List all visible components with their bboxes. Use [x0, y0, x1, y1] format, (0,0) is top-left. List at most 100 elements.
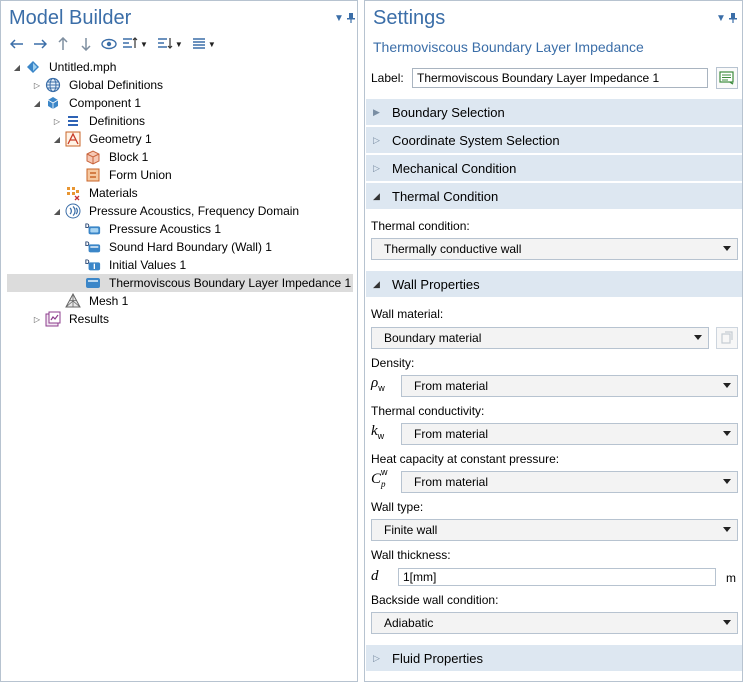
- geometry-icon: [65, 131, 81, 147]
- section-wall-properties[interactable]: ◢ Wall Properties: [366, 271, 742, 297]
- wall-thickness-symbol: d: [371, 568, 379, 584]
- back-icon[interactable]: [7, 35, 27, 53]
- collapse-all-icon[interactable]: ▼: [122, 35, 148, 53]
- tree-item[interactable]: D Pressure Acoustics 1: [7, 220, 353, 238]
- block-icon: [85, 149, 101, 165]
- wall-material-value: Boundary material: [384, 331, 482, 345]
- tree-item-label: Global Definitions: [69, 78, 164, 92]
- tree-collapsed-icon[interactable]: ▷: [32, 80, 42, 90]
- dropdown-arrow-icon: [723, 431, 731, 436]
- section-collapsed-icon: ▷: [373, 652, 380, 663]
- label-input[interactable]: [412, 68, 708, 88]
- dropdown-arrow-icon: [723, 620, 731, 625]
- tree-item[interactable]: ◢ Pressure Acoustics, Frequency Domain: [7, 202, 353, 220]
- tree-collapsed-icon[interactable]: ▷: [52, 116, 62, 126]
- tree-item[interactable]: Materials: [7, 184, 353, 202]
- chevron-down-icon[interactable]: ▼: [334, 13, 344, 24]
- wall-thickness-input[interactable]: [398, 568, 716, 586]
- chevron-down-icon[interactable]: ▼: [140, 40, 148, 49]
- tree-item[interactable]: ◢ Untitled.mph: [7, 58, 353, 76]
- density-value: From material: [414, 379, 489, 393]
- tree-item[interactable]: ◢ Geometry 1: [7, 130, 353, 148]
- density-symbol: ρw: [371, 375, 385, 393]
- tree-expanded-icon[interactable]: ◢: [12, 62, 22, 72]
- section-title: Wall Properties: [392, 276, 480, 292]
- heat-capacity-select[interactable]: From material: [401, 471, 738, 493]
- section-coordinate-system[interactable]: ▷ Coordinate System Selection: [366, 127, 742, 153]
- wall-material-label: Wall material:: [371, 307, 444, 321]
- expand-all-icon[interactable]: ▼: [157, 35, 183, 53]
- section-thermal-condition[interactable]: ◢ Thermal Condition: [366, 183, 742, 209]
- label-edit-button[interactable]: [716, 67, 738, 89]
- model-builder-pane: Model Builder ▼ ▼ ▼ ▼ ◢ Untitled.mph ▷ G…: [0, 0, 358, 682]
- dropdown-arrow-icon: [723, 527, 731, 532]
- label-caption: Label:: [371, 71, 404, 85]
- heat-capacity-label: Heat capacity at constant pressure:: [371, 452, 560, 466]
- tree-item[interactable]: Form Union: [7, 166, 353, 184]
- move-down-icon[interactable]: [76, 35, 96, 53]
- go-to-material-button[interactable]: [716, 327, 738, 349]
- thermal-condition-select[interactable]: Thermally conductive wall: [371, 238, 738, 260]
- go-to-material-icon: [721, 331, 733, 344]
- thermal-conductivity-select[interactable]: From material: [401, 423, 738, 445]
- thermal-condition-label: Thermal condition:: [371, 219, 470, 233]
- model-icon: [25, 59, 41, 75]
- show-icon[interactable]: [99, 35, 119, 53]
- globe-icon: [45, 77, 61, 93]
- wall-material-select[interactable]: Boundary material: [371, 327, 709, 349]
- component-icon: [45, 95, 61, 111]
- tree-item[interactable]: ◢ Component 1: [7, 94, 353, 112]
- tree-item[interactable]: Block 1: [7, 148, 353, 166]
- section-expanded-icon: ◢: [373, 190, 380, 201]
- tree-item[interactable]: D Sound Hard Boundary (Wall) 1: [7, 238, 353, 256]
- density-select[interactable]: From material: [401, 375, 738, 397]
- tree-item-label: Sound Hard Boundary (Wall) 1: [109, 240, 272, 254]
- tree-item[interactable]: ▷ Definitions: [7, 112, 353, 130]
- tree-item-label: Untitled.mph: [49, 60, 117, 74]
- section-collapsed-icon: ▷: [373, 162, 380, 173]
- thermal-condition-value: Thermally conductive wall: [384, 242, 522, 256]
- tree-item[interactable]: Thermoviscous Boundary Layer Impedance 1: [7, 274, 353, 292]
- backside-condition-select[interactable]: Adiabatic: [371, 612, 738, 634]
- forward-icon[interactable]: [30, 35, 50, 53]
- tree-expanded-icon[interactable]: ◢: [52, 206, 62, 216]
- list-view-icon[interactable]: ▼: [192, 35, 216, 53]
- pin-icon[interactable]: [729, 13, 737, 26]
- dropdown-arrow-icon: [723, 383, 731, 388]
- thermal-conductivity-symbol: kw: [371, 423, 385, 441]
- wall-thickness-label: Wall thickness:: [371, 548, 451, 562]
- section-title: Mechanical Condition: [392, 160, 517, 176]
- wall-type-label: Wall type:: [371, 500, 424, 514]
- heat-capacity-symbol: Cwp: [371, 467, 388, 489]
- tree-item-label: Results: [69, 312, 110, 326]
- tree-expanded-icon[interactable]: ◢: [32, 98, 42, 108]
- section-title: Fluid Properties: [392, 650, 484, 666]
- section-boundary-selection[interactable]: ▶ Boundary Selection: [366, 99, 742, 125]
- tree-item-label: Mesh 1: [89, 294, 129, 308]
- tree-item-label: Pressure Acoustics 1: [109, 222, 222, 236]
- heat-capacity-value: From material: [414, 475, 489, 489]
- tree-item[interactable]: D Initial Values 1: [7, 256, 353, 274]
- model-builder-toolbar: ▼ ▼ ▼: [7, 34, 219, 54]
- chevron-down-icon[interactable]: ▼: [175, 40, 183, 49]
- tree-expanded-icon[interactable]: ◢: [52, 134, 62, 144]
- tree-item[interactable]: Mesh 1: [7, 292, 353, 310]
- tree-item[interactable]: ▷ Global Definitions: [7, 76, 353, 94]
- move-up-icon[interactable]: [53, 35, 73, 53]
- section-mechanical-condition[interactable]: ▷ Mechanical Condition: [366, 155, 742, 181]
- form-union-icon: [85, 167, 101, 183]
- settings-subtitle: Thermoviscous Boundary Layer Impedance: [373, 39, 644, 55]
- tree-item-label: Component 1: [69, 96, 142, 110]
- wall-type-value: Finite wall: [384, 523, 438, 537]
- chevron-down-icon[interactable]: ▼: [208, 40, 216, 49]
- section-fluid-properties[interactable]: ▷ Fluid Properties: [366, 645, 742, 671]
- density-label: Density:: [371, 356, 415, 370]
- wall-type-select[interactable]: Finite wall: [371, 519, 738, 541]
- tree-collapsed-icon[interactable]: ▷: [32, 314, 42, 324]
- chevron-down-icon[interactable]: ▼: [716, 13, 726, 24]
- mesh-icon: [65, 293, 81, 309]
- dropdown-arrow-icon: [694, 335, 702, 340]
- backside-condition-value: Adiabatic: [384, 616, 434, 630]
- pin-icon[interactable]: [347, 13, 355, 26]
- tree-item[interactable]: ▷ Results: [7, 310, 353, 328]
